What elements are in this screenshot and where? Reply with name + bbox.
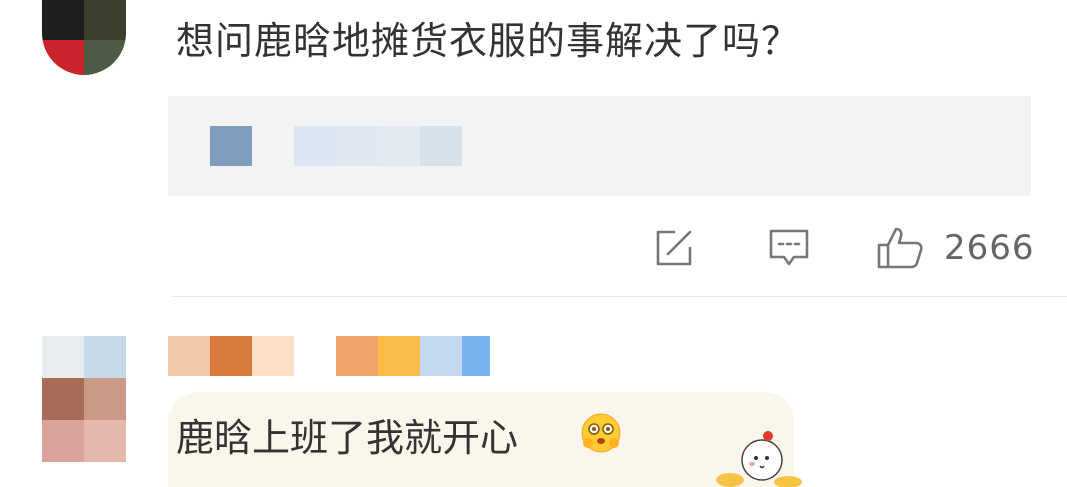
fortune-doll-sticker bbox=[716, 431, 802, 487]
avatar-pixel bbox=[42, 0, 84, 40]
blurred-avatar bbox=[210, 126, 252, 166]
comment-text: 鹿晗上班了我就开心 bbox=[176, 416, 519, 460]
avatar[interactable] bbox=[42, 336, 126, 462]
avatar-pixel bbox=[84, 0, 126, 40]
blurred-text bbox=[420, 126, 462, 166]
avatar-pixel bbox=[84, 378, 126, 420]
avatar[interactable] bbox=[42, 0, 126, 75]
comment-bubble-icon bbox=[769, 229, 809, 266]
hugging-face-emoji bbox=[581, 413, 621, 453]
divider bbox=[172, 296, 1067, 297]
like-button[interactable] bbox=[876, 226, 926, 270]
avatar-pixel bbox=[42, 40, 84, 75]
avatar-pixel bbox=[42, 378, 84, 420]
share-edit-icon bbox=[656, 230, 692, 266]
avatar-pixel bbox=[42, 336, 84, 378]
share-button[interactable] bbox=[652, 226, 696, 270]
blurred-text bbox=[378, 126, 420, 166]
comment-text: 想问鹿晗地摊货衣服的事解决了吗？ bbox=[176, 19, 801, 63]
blurred-text bbox=[336, 126, 378, 166]
blurred-username bbox=[168, 336, 210, 376]
avatar-pixel bbox=[84, 40, 126, 75]
avatar-pixel bbox=[84, 420, 126, 462]
comment-button[interactable] bbox=[766, 226, 812, 270]
blurred-username bbox=[378, 336, 420, 376]
reply-preview[interactable] bbox=[168, 96, 1031, 196]
like-count: 2666 bbox=[944, 228, 1035, 268]
avatar-pixel bbox=[84, 336, 126, 378]
blurred-username bbox=[336, 336, 378, 376]
blurred-text bbox=[294, 126, 336, 166]
blurred-username bbox=[252, 336, 294, 376]
blurred-badge bbox=[462, 336, 490, 376]
avatar-pixel bbox=[42, 420, 84, 462]
blurred-username bbox=[420, 336, 462, 376]
blurred-username bbox=[210, 336, 252, 376]
thumb-up-icon bbox=[877, 227, 923, 269]
